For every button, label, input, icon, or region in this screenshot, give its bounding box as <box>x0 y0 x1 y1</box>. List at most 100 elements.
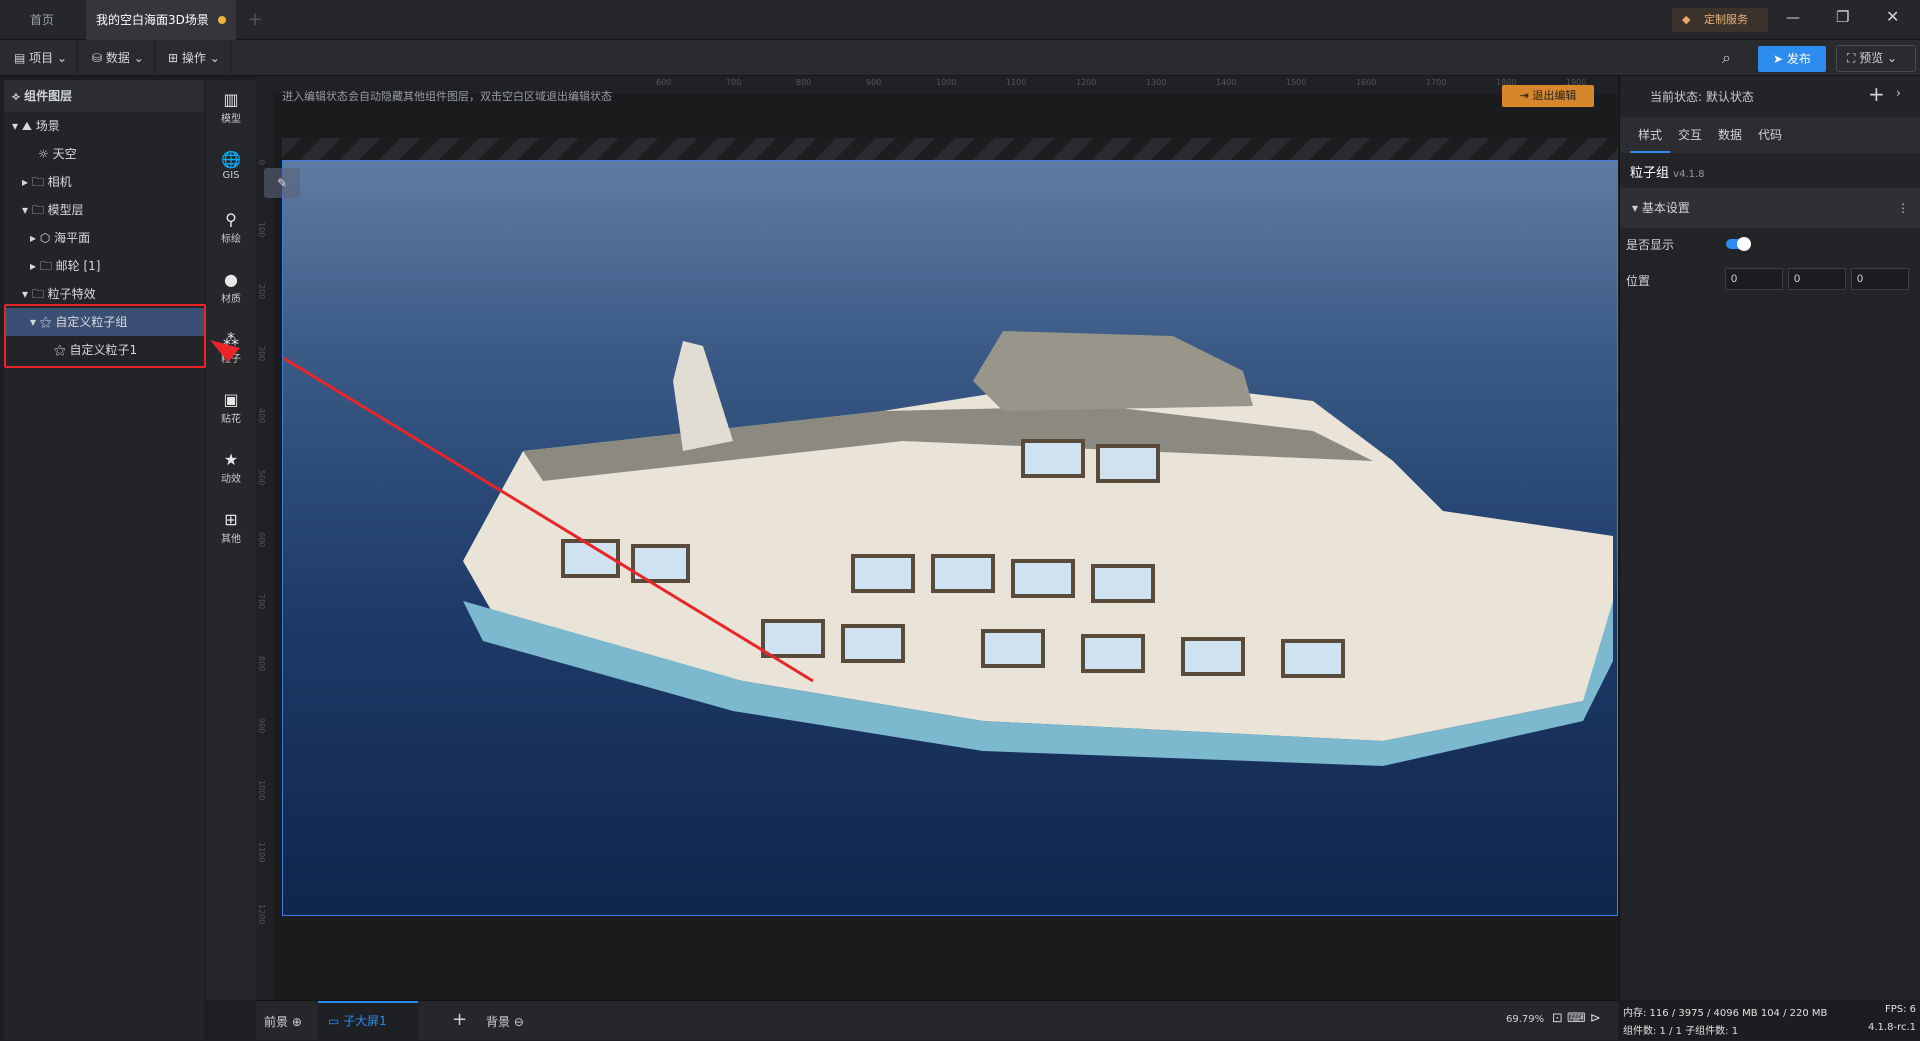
iconbar-plot[interactable]: ⚲ 标绘 <box>206 210 256 245</box>
tree-item-scene[interactable]: ▾ ⛰ 场景 <box>4 112 204 140</box>
position-label: 位置 <box>1626 274 1651 288</box>
tab-style[interactable]: 样式 <box>1630 117 1670 153</box>
tree-item-sky[interactable]: ☼ 天空 <box>4 140 204 168</box>
more-icon[interactable]: ⋮ <box>1897 188 1909 228</box>
tab-home[interactable]: 首页 <box>0 0 84 40</box>
ruler-tick-label: 100 <box>257 222 266 238</box>
ruler-tick-label: 900 <box>866 78 882 87</box>
pin-icon: ⚲ <box>225 210 237 229</box>
ruler-tick-label: 800 <box>796 78 812 87</box>
brush-tool-button[interactable]: ✎ <box>264 168 300 198</box>
tab-code[interactable]: 代码 <box>1750 117 1790 153</box>
preview-button[interactable]: ⛶ 预览 ⌄ <box>1836 45 1916 72</box>
tab-data[interactable]: 数据 <box>1710 117 1750 153</box>
memory-status: 内存: 116 / 3975 / 4096 MB 104 / 220 MB <box>1623 1008 1828 1019</box>
ruler-tick-label: 1500 <box>1286 78 1307 87</box>
iconbar-label: 模型 <box>221 114 241 125</box>
service-icon: ◆ <box>1682 13 1691 26</box>
iconbar-label: 标绘 <box>221 234 241 245</box>
visible-toggle[interactable] <box>1726 237 1751 251</box>
foreground-tab[interactable]: 前景 ⊕ <box>264 1013 302 1030</box>
annotation-arrowhead <box>210 340 240 362</box>
menu-project[interactable]: ▤ 项目 ⌄ <box>4 40 79 76</box>
cruise-ship-model <box>283 331 1613 766</box>
menu-label: 项目 <box>29 51 54 65</box>
iconbar-material[interactable]: ● 材质 <box>206 270 256 305</box>
position-x-input[interactable] <box>1725 268 1783 290</box>
ruler-tick-label: 600 <box>257 532 266 548</box>
iconbar-label: 其他 <box>221 534 241 545</box>
expand-arrow[interactable]: › <box>1896 86 1901 100</box>
screen-tab[interactable]: ▭ 子大屏1 <box>318 1001 418 1041</box>
tree-item-sea[interactable]: ▸ ⬡ 海平面 <box>4 224 204 252</box>
iconbar-model[interactable]: ▥ 模型 <box>206 90 256 125</box>
custom-service-button[interactable]: ◆ 定制服务 <box>1672 8 1768 32</box>
ruler-tick-label: 1600 <box>1356 78 1377 87</box>
service-label: 定制服务 <box>1704 13 1748 26</box>
unsaved-dot <box>218 16 226 24</box>
add-state-button[interactable]: + <box>1868 82 1885 106</box>
ruler-tick-label: 1000 <box>257 780 266 801</box>
component-icon-bar: ▥ 模型 🌐 GIS ⚲ 标绘 ● 材质 ⁂ 粒子 ▣ 贴花 ★ 动效 ⊞ 其他 <box>206 80 256 1000</box>
exit-edit-button[interactable]: ⇥ 退出编辑 <box>1502 85 1594 107</box>
ruler-tick-label: 200 <box>257 284 266 300</box>
position-y-input[interactable] <box>1788 268 1846 290</box>
ship-top-deck <box>973 331 1253 411</box>
tree-label: 天空 <box>52 147 77 161</box>
component-name: 粒子组 v4.1.8 <box>1630 162 1705 181</box>
ruler-tick-label: 500 <box>257 470 266 486</box>
minimize-button[interactable]: — <box>1786 10 1800 26</box>
editor-canvas[interactable]: 600 700 800 900 1000 1100 1200 1300 1400 1500 1600… <box>256 76 1618 1000</box>
ruler-tick-label: 1200 <box>1076 78 1097 87</box>
iconbar-effect[interactable]: ★ 动效 <box>206 450 256 485</box>
exit-edit-label: 退出编辑 <box>1532 89 1577 102</box>
tree-item-camera[interactable]: ▸ 🗀 相机 <box>4 168 204 196</box>
globe-icon: 🌐 <box>221 150 241 169</box>
tree-item-cruise[interactable]: ▸ 🗀 邮轮 [1] <box>4 252 204 280</box>
ruler-tick-label: 1300 <box>1146 78 1167 87</box>
position-z-input[interactable] <box>1851 268 1909 290</box>
ruler-tick-label: 1200 <box>257 904 266 925</box>
restore-button[interactable]: ❐ <box>1836 8 1849 26</box>
edit-hint: 进入编辑状态会自动隐藏其他组件图层，双击空白区域退出编辑状态 <box>282 90 612 103</box>
section-basic-settings[interactable]: ▾ 基本设置 ⋮ <box>1620 188 1920 228</box>
iconbar-other[interactable]: ⊞ 其他 <box>206 510 256 545</box>
publish-button[interactable]: ➤ 发布 <box>1758 46 1826 72</box>
add-tab-button[interactable]: + <box>240 0 270 40</box>
fps-status: FPS: 6 <box>1884 1004 1916 1015</box>
close-button[interactable]: ✕ <box>1886 7 1899 26</box>
ruler-tick-label: 700 <box>257 594 266 610</box>
state-value: 默认状态 <box>1705 90 1754 104</box>
title-bar: 首页 我的空白海面3D场景 + ◆ 定制服务 — ❐ ✕ <box>0 0 1920 40</box>
search-icon[interactable]: ⌕ <box>1722 48 1731 68</box>
tree-item-model-layer[interactable]: ▾ 🗀 模型层 <box>4 196 204 224</box>
menu-operate[interactable]: ⊞ 操作 ⌄ <box>158 40 231 76</box>
status-bar: 内存: 116 / 3975 / 4096 MB 104 / 220 MB FP… <box>1619 1000 1920 1040</box>
layer-panel-header: ⟡ 组件图层 <box>4 80 204 112</box>
toolbar: ▤ 项目 ⌄ ⛁ 数据 ⌄ ⊞ 操作 ⌄ ⌕ ➤ 发布 ⛶ 预览 ⌄ <box>0 40 1920 76</box>
ruler-tick-label: 1000 <box>936 78 957 87</box>
back-label: 背景 <box>486 1015 511 1029</box>
sphere-icon: ● <box>224 270 238 289</box>
background-tab[interactable]: 背景 ⊖ <box>486 1013 524 1030</box>
zoom-level[interactable]: 69.79% <box>1506 1014 1544 1025</box>
hazard-strip <box>282 138 1618 160</box>
add-screen-button[interactable]: + <box>452 1009 467 1030</box>
component-count: 组件数: 1 / 1 子组件数: 1 <box>1623 1026 1739 1037</box>
scene-viewport[interactable] <box>282 160 1618 916</box>
menu-data[interactable]: ⛁ 数据 ⌄ <box>82 40 155 76</box>
fit-icon[interactable]: ⊡ ⌨ ⊳ <box>1552 1011 1601 1026</box>
property-panel: 当前状态: 默认状态 + › 样式 交互 数据 代码 粒子组 v4.1.8 ▾ … <box>1619 76 1920 1000</box>
grid-icon: ⊞ <box>224 510 238 529</box>
ruler-tick-label: 400 <box>257 408 266 424</box>
tab-scene[interactable]: 我的空白海面3D场景 <box>86 0 236 40</box>
ruler-tick-label: 900 <box>257 718 266 734</box>
layer-panel: ⟡ 组件图层 ▾ ⛰ 场景 ☼ 天空 ▸ 🗀 相机 ▾ 🗀 模型层 ▸ ⬡ 海平… <box>4 80 206 1040</box>
building-icon: ▥ <box>223 90 239 109</box>
tab-interaction[interactable]: 交互 <box>1670 117 1710 153</box>
bottom-bar: 前景 ⊕ ▭ 子大屏1 + 背景 ⊖ 69.79% ⊡ ⌨ ⊳ <box>256 1000 1618 1041</box>
iconbar-gis[interactable]: 🌐 GIS <box>206 150 256 181</box>
ruler-tick-label: 600 <box>656 78 672 87</box>
visible-label: 是否显示 <box>1626 238 1675 252</box>
tab-label: 我的空白海面3D场景 <box>96 13 209 27</box>
